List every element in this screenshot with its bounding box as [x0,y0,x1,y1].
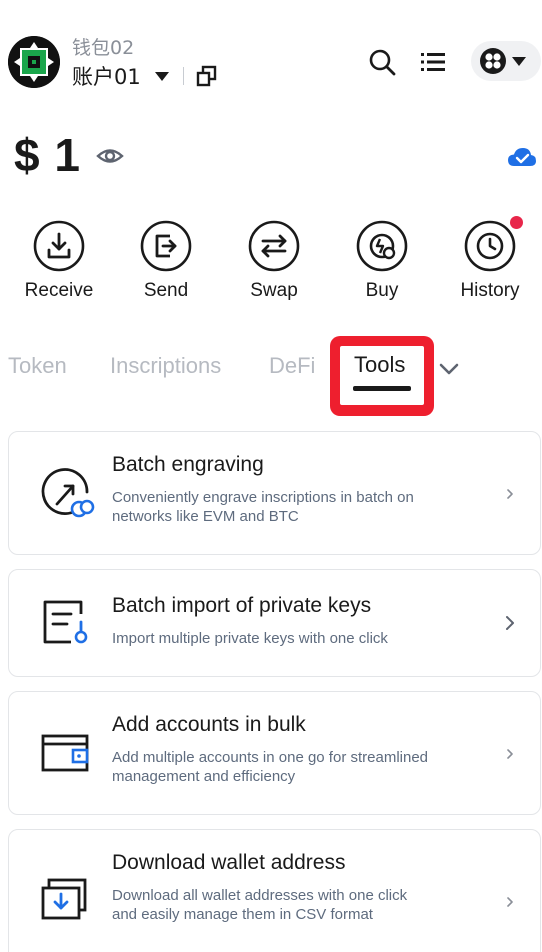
tool-card-add-accounts[interactable]: Add accounts in bulk Add multiple accoun… [8,691,541,815]
wallet-icon [41,734,89,772]
tool-title: Add accounts in bulk [112,713,306,736]
wallet-name: 钱包02 [72,37,135,59]
network-selector[interactable] [471,41,541,81]
tab-defi[interactable]: DeFi [269,353,315,379]
quick-actions: Receive Send Swap Buy History [0,220,542,310]
download-icon [41,878,87,920]
buy-button[interactable]: Buy [332,220,432,302]
receive-button[interactable]: Receive [9,220,109,302]
asset-tabs: Token Inscriptions DeFi Tools [0,336,542,416]
caret-down-icon[interactable] [154,71,169,81]
chevron-right-icon [507,897,513,907]
key-import-icon [43,600,88,644]
buy-label: Buy [365,280,399,301]
receive-label: Receive [24,280,94,301]
receive-icon [33,220,85,272]
search-icon[interactable] [368,48,396,76]
tab-inscriptions[interactable]: Inscriptions [110,353,221,379]
send-label: Send [143,280,189,301]
send-button[interactable]: Send [116,220,216,302]
active-tab-indicator [353,386,411,391]
swap-icon [248,220,300,272]
tool-card-batch-import-keys[interactable]: Batch import of private keys Import mult… [8,569,541,677]
history-button[interactable]: History [440,220,540,302]
balance-amount: $ 1 [14,129,81,181]
tool-description: Add multiple accounts in one go for stre… [112,749,429,785]
chevron-right-icon [507,749,513,759]
divider [182,67,184,85]
tool-title: Batch import of private keys [112,594,372,617]
account-name[interactable]: 账户01 [72,61,141,91]
wallet-avatar[interactable] [8,36,60,88]
chevron-right-icon [507,489,513,499]
swap-button[interactable]: Swap [224,220,324,302]
chevron-right-icon [506,616,514,630]
copy-icon[interactable] [196,65,218,87]
caret-down-icon [512,56,526,66]
history-icon [464,220,516,272]
notification-dot [510,216,523,229]
swap-label: Swap [250,280,298,301]
tab-tools-highlight: Tools [330,336,434,416]
tool-card-download-addresses[interactable]: Download wallet address Download all wal… [8,829,541,952]
menu-list-icon[interactable] [420,49,446,75]
buy-icon [356,220,408,272]
tool-description: Import multiple private keys with one cl… [112,630,388,647]
header: 钱包02 账户01 [0,0,542,110]
send-icon [140,220,192,272]
cloud-icon[interactable] [507,146,537,170]
eye-icon[interactable] [96,145,124,167]
account-selector[interactable]: 账户01 [72,62,218,90]
tool-description: Conveniently engrave inscriptions in bat… [112,489,414,525]
history-label: History [460,280,520,301]
network-icon [480,48,506,74]
tool-title: Download wallet address [112,851,346,874]
chevron-down-icon[interactable] [438,358,460,380]
batch-engraving-icon [41,468,95,518]
tool-card-batch-engraving[interactable]: Batch engraving Conveniently engrave ins… [8,431,541,555]
tool-description: Download all wallet addresses with one c… [112,887,408,923]
tab-tools[interactable]: Tools [340,346,424,405]
tool-title: Batch engraving [112,453,264,476]
tab-tools-label: Tools [354,352,406,377]
tab-token[interactable]: Token [8,353,67,379]
